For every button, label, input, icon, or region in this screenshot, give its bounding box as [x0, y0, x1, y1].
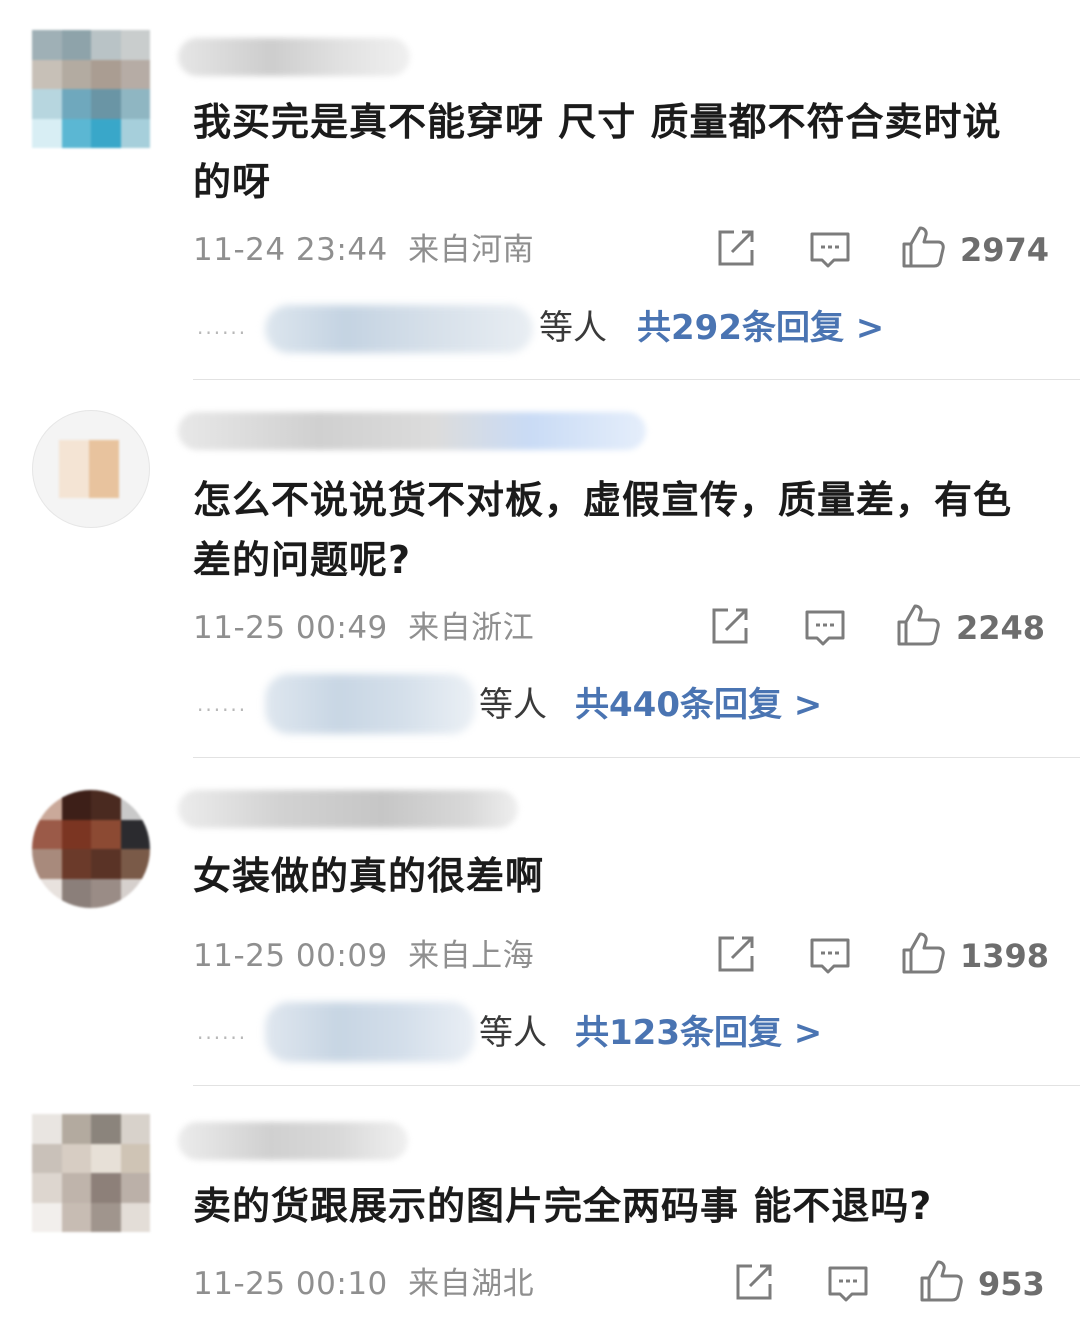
- like-count: 2974: [960, 231, 1050, 269]
- username-blurred[interactable]: [178, 412, 646, 450]
- thumbs-up-icon[interactable]: [918, 1258, 964, 1306]
- comment-time: 11-25 00:49: [193, 610, 388, 646]
- comment-meta: 11-25 00:10 来自湖北: [193, 1264, 534, 1304]
- comment-time: 11-25 00:10: [193, 1266, 388, 1302]
- comment-item: 我买完是真不能穿呀 尺寸 质量都不符合卖时说的呀 11-24 23:44 来自河…: [0, 0, 1080, 380]
- reply-suffix: 等人: [479, 1013, 547, 1053]
- like-count: 1398: [960, 937, 1050, 975]
- thumbs-up-icon[interactable]: [895, 602, 941, 650]
- share-icon[interactable]: [708, 604, 752, 652]
- comment-time: 11-25 00:09: [193, 938, 388, 974]
- share-icon[interactable]: [714, 932, 758, 980]
- reply-users-blurred: [265, 674, 475, 734]
- comment-location: 来自浙江: [408, 610, 535, 646]
- replies-summary[interactable]: ······ 等人 共292条回复 >: [197, 303, 957, 353]
- comment-text: 女装做的真的很差啊: [193, 854, 545, 898]
- comment-icon[interactable]: [808, 934, 852, 982]
- thumbs-up-icon[interactable]: [900, 224, 946, 272]
- like-count: 953: [978, 1265, 1045, 1303]
- username-blurred[interactable]: [178, 38, 410, 76]
- comment-text: 怎么不说说货不对板，虚假宣传，质量差，有色差的问题呢?: [193, 478, 1013, 582]
- replies-summary[interactable]: ······ 等人 共123条回复 >: [197, 1002, 957, 1062]
- comment-meta: 11-25 00:09 来自上海: [193, 936, 534, 976]
- reply-total-link[interactable]: 共292条回复 >: [637, 303, 884, 353]
- avatar[interactable]: [32, 1114, 150, 1232]
- reply-total-link[interactable]: 共440条回复 >: [575, 680, 822, 730]
- comment-time: 11-24 23:44: [193, 232, 388, 268]
- reply-dots: ······: [197, 698, 248, 722]
- comment-location: 来自上海: [408, 938, 535, 974]
- reply-users-blurred: [265, 305, 533, 353]
- comment-meta: 11-24 23:44 来自河南: [193, 230, 534, 270]
- comment-item: 怎么不说说货不对板，虚假宣传，质量差，有色差的问题呢? 11-25 00:49 …: [0, 380, 1080, 758]
- reply-total-link[interactable]: 共123条回复 >: [575, 1008, 822, 1058]
- reply-suffix: 等人: [539, 308, 607, 348]
- comment-meta: 11-25 00:49 来自浙江: [193, 608, 534, 648]
- share-icon[interactable]: [714, 226, 758, 274]
- replies-summary[interactable]: ······ 等人 共440条回复 >: [197, 674, 957, 734]
- comment-icon[interactable]: [808, 228, 852, 276]
- reply-dots: ······: [197, 1026, 248, 1050]
- comment-text: 我买完是真不能穿呀 尺寸 质量都不符合卖时说的呀: [193, 100, 1002, 204]
- comment-item: 女装做的真的很差啊 11-25 00:09 来自上海 1398 ······ 等…: [0, 758, 1080, 1086]
- avatar[interactable]: [32, 30, 150, 148]
- avatar[interactable]: [32, 410, 150, 528]
- thumbs-up-icon[interactable]: [900, 930, 946, 978]
- username-blurred[interactable]: [178, 1122, 408, 1160]
- avatar[interactable]: [32, 790, 150, 908]
- reply-users-blurred: [265, 1002, 475, 1062]
- comment-text: 卖的货跟展示的图片完全两码事 能不退吗?: [193, 1184, 933, 1228]
- like-count: 2248: [956, 609, 1046, 647]
- share-icon[interactable]: [732, 1260, 776, 1308]
- comment-icon[interactable]: [803, 606, 847, 654]
- reply-suffix: 等人: [479, 685, 547, 725]
- comment-item: 卖的货跟展示的图片完全两码事 能不退吗? 11-25 00:10 来自湖北 95…: [0, 1086, 1080, 1325]
- comment-location: 来自河南: [408, 232, 535, 268]
- comment-icon[interactable]: [826, 1262, 870, 1310]
- username-blurred[interactable]: [178, 790, 518, 828]
- comment-location: 来自湖北: [408, 1266, 535, 1302]
- reply-dots: ······: [197, 321, 248, 345]
